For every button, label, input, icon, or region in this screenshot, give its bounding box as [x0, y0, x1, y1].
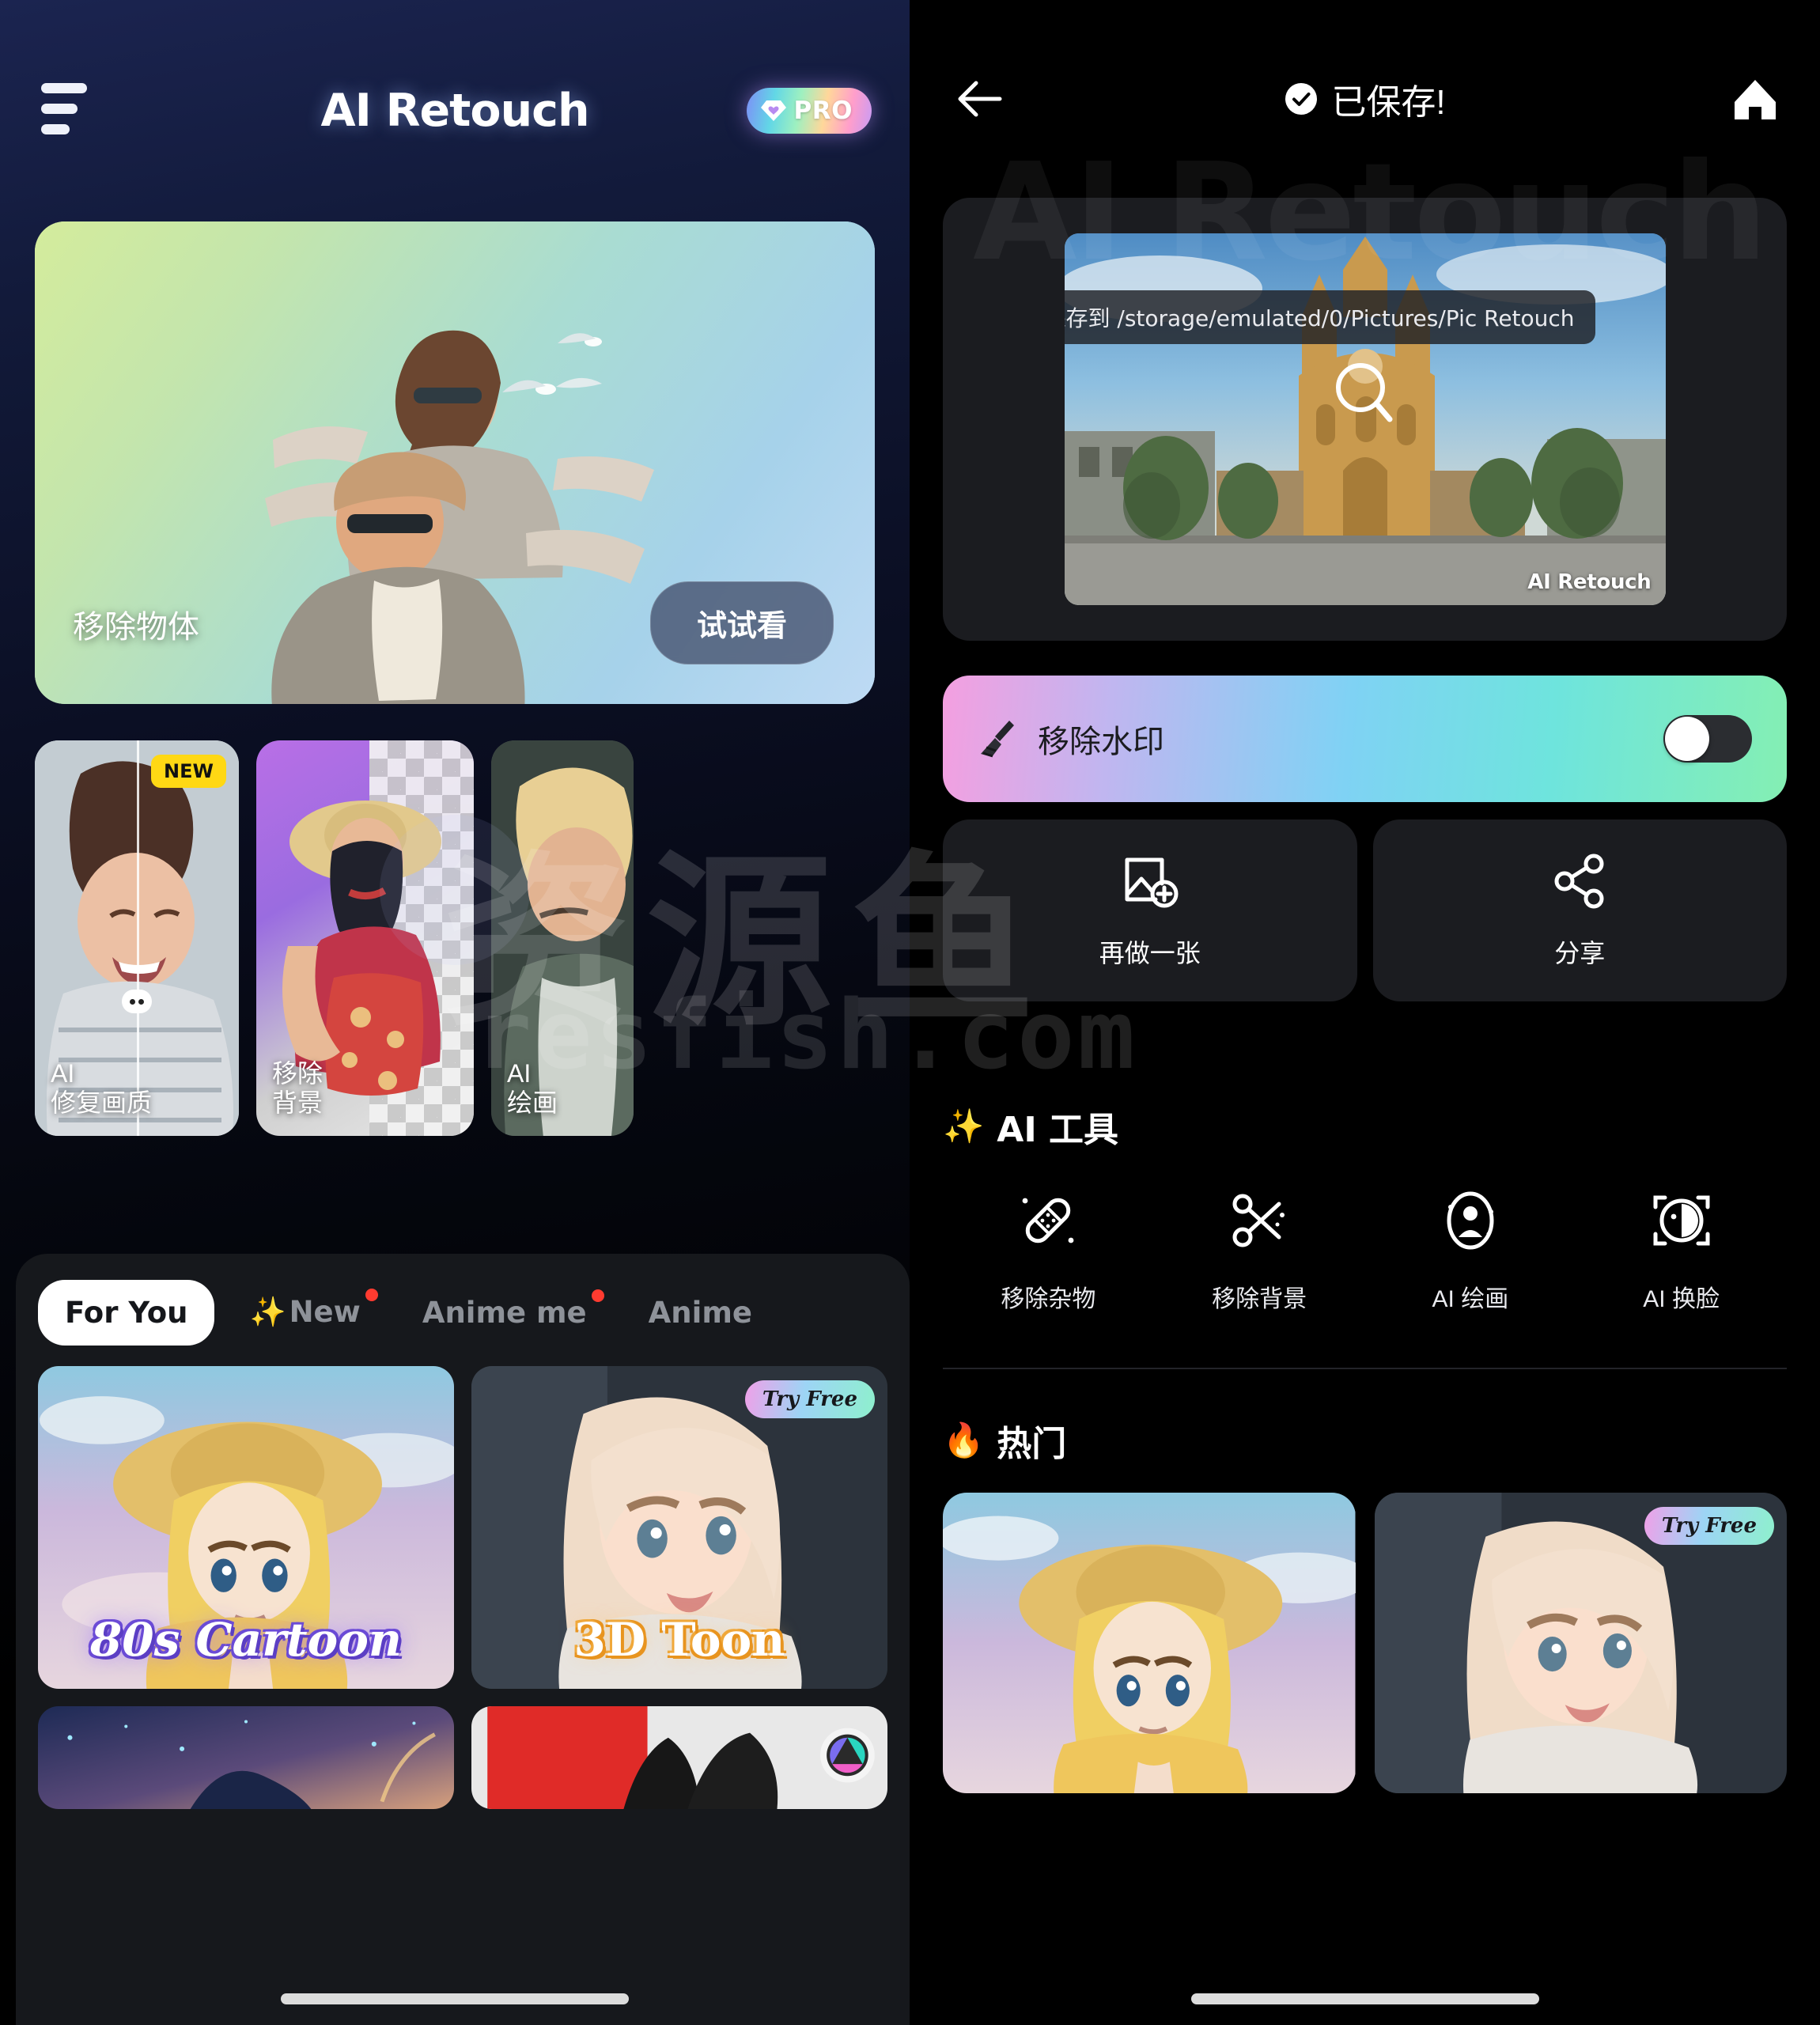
face-scan-icon	[1649, 1188, 1714, 1257]
tool-label: 移除杂物	[1001, 1286, 1096, 1312]
pro-upgrade-button[interactable]: PRO	[746, 88, 872, 134]
share-button[interactable]: 分享	[1372, 819, 1787, 1001]
check-circle-icon	[1284, 81, 1319, 116]
ai-tools-section-header: ✨ AI 工具	[943, 1074, 1787, 1152]
style-title-80s: 80s Cartoon	[89, 1613, 403, 1667]
right-phone-screen: 已保存! 已保存到 /storage/emulated/0/Pictures/P…	[910, 0, 1820, 2025]
sparkle-icon: ✨	[249, 1295, 286, 1329]
try-free-badge[interactable]: Try Free	[744, 1380, 875, 1418]
notification-dot	[365, 1289, 378, 1301]
tool-remove-background[interactable]: 移除背景	[1154, 1188, 1365, 1314]
make-another-label: 再做一张	[1099, 938, 1201, 967]
feature-label-aipaint: AI 绘画	[507, 1059, 558, 1119]
pro-label: PRO	[793, 97, 853, 125]
hero-card-remove-object[interactable]: 移除物体 试试看	[35, 221, 875, 704]
tab-label: Anime me	[422, 1295, 587, 1330]
feature-line2: 背景	[272, 1088, 324, 1118]
image-watermark: AI Retouch	[1527, 570, 1652, 594]
notification-dot	[591, 1289, 604, 1302]
person-sparkle-icon	[1438, 1188, 1503, 1257]
try-free-badge[interactable]: Try Free	[1644, 1507, 1774, 1545]
remove-watermark-toggle[interactable]	[1663, 715, 1752, 763]
left-app-header: AI Retouch PRO	[0, 0, 910, 221]
tool-label: AI 绘画	[1432, 1286, 1509, 1312]
hot-card-grid: Try Free	[943, 1493, 1787, 1793]
category-tab-bar: For You ✨ New Anime me Anime	[16, 1254, 910, 1366]
style-card-80s-cartoon[interactable]: 80s Cartoon	[38, 1366, 454, 1689]
zoom-magnifier-icon[interactable]	[1331, 359, 1399, 427]
add-image-icon	[1121, 852, 1179, 914]
share-label: 分享	[1554, 938, 1606, 967]
tool-label: AI 换脸	[1643, 1286, 1720, 1312]
tab-for-you[interactable]: For You	[38, 1279, 215, 1346]
fire-icon: 🔥	[943, 1421, 985, 1459]
discover-sheet: For You ✨ New Anime me Anime 80s Cartoon…	[16, 1254, 910, 2025]
ai-tools-title: AI 工具	[997, 1110, 1119, 1150]
new-badge: NEW	[151, 755, 226, 788]
feature-label-removebg: 移除 背景	[272, 1059, 323, 1119]
feature-line1: AI	[51, 1058, 75, 1088]
feature-label-enhance: AI 修复画质	[51, 1059, 152, 1119]
remove-watermark-row[interactable]: 移除水印	[943, 676, 1787, 802]
feature-card-remove-bg[interactable]: 移除 背景	[256, 740, 474, 1136]
home-icon[interactable]	[1731, 77, 1779, 121]
feature-card-ai-paint[interactable]: AI 绘画	[491, 740, 634, 1136]
before-after-handle[interactable]	[122, 990, 152, 1013]
style-card-3d-toon[interactable]: Try Free 3D Toon	[471, 1366, 887, 1689]
save-path-label: 已保存到 /storage/emulated/0/Pictures/Pic Re…	[1064, 290, 1595, 344]
hot-card-3d-toon[interactable]: Try Free	[1374, 1493, 1787, 1793]
tab-label: For You	[65, 1295, 188, 1330]
feature-card-row: NEW AI 修复画质 移除 背景 AI 绘画	[35, 740, 910, 1136]
bandage-icon	[1016, 1188, 1080, 1257]
hero-photo-people	[265, 330, 654, 704]
tool-ai-faceswap[interactable]: AI 换脸	[1576, 1188, 1787, 1314]
style-card-grid: 80s Cartoon Try Free 3D Toon	[16, 1366, 910, 1809]
hero-try-button[interactable]: 试试看	[649, 581, 834, 664]
feature-line1: 移除	[272, 1058, 324, 1088]
tab-label: Anime	[648, 1295, 752, 1330]
tab-anime[interactable]: Anime	[622, 1280, 779, 1346]
hot-image-1	[943, 1493, 1356, 1793]
saved-status: 已保存!	[910, 74, 1820, 124]
feature-card-ai-enhance[interactable]: NEW AI 修复画质	[35, 740, 239, 1136]
app-screenshot: AI Retouch PRO 移除物体 试试看 NEW AI 修复画质 移除 背…	[0, 0, 1820, 2025]
broom-icon	[978, 717, 1020, 760]
result-preview-card[interactable]: 已保存到 /storage/emulated/0/Pictures/Pic Re…	[943, 198, 1787, 641]
hot-section-header: 🔥 热门	[943, 1368, 1787, 1466]
saved-label: 已保存!	[1331, 83, 1446, 122]
result-image: 已保存到 /storage/emulated/0/Pictures/Pic Re…	[1064, 233, 1666, 605]
toggle-knob	[1665, 717, 1709, 761]
sparkle-icon: ✨	[943, 1107, 985, 1145]
tab-anime-me[interactable]: Anime me	[395, 1280, 614, 1346]
hero-label: 移除物体	[73, 610, 199, 645]
remove-watermark-label: 移除水印	[1038, 725, 1164, 759]
style-image-partial-1	[38, 1706, 454, 1809]
left-phone-screen: AI Retouch PRO 移除物体 试试看 NEW AI 修复画质 移除 背…	[0, 0, 910, 2025]
feature-line2: 绘画	[507, 1088, 558, 1118]
right-app-header: 已保存!	[910, 0, 1820, 198]
feature-line2: 修复画质	[51, 1088, 153, 1118]
diamond-heart-icon	[760, 99, 787, 123]
share-icon	[1550, 852, 1609, 914]
tab-label: New	[289, 1295, 361, 1329]
style-image-partial-2	[471, 1706, 887, 1809]
ai-tools-row: 移除杂物 移除背景 AI 绘画 AI 换脸	[943, 1188, 1787, 1314]
back-arrow-icon[interactable]	[955, 78, 1005, 119]
feature-line1: AI	[507, 1058, 532, 1088]
make-another-button[interactable]: 再做一张	[943, 819, 1357, 1001]
scissors-icon	[1227, 1188, 1292, 1257]
action-button-row: 再做一张 分享	[943, 819, 1787, 1001]
tool-label: 移除背景	[1212, 1286, 1307, 1312]
tab-new[interactable]: ✨ New	[222, 1279, 387, 1346]
style-title-3dtoon: 3D Toon	[573, 1613, 785, 1667]
hot-title: 热门	[997, 1424, 1067, 1464]
tool-remove-objects[interactable]: 移除杂物	[943, 1188, 1154, 1314]
style-card-partial-right[interactable]	[471, 1706, 887, 1809]
home-indicator-left	[281, 1993, 629, 2004]
hot-card-80s-cartoon[interactable]	[943, 1493, 1356, 1793]
tool-ai-paint[interactable]: AI 绘画	[1365, 1188, 1576, 1314]
home-indicator-right	[1190, 1993, 1539, 2004]
style-card-partial-left[interactable]	[38, 1706, 454, 1809]
hamburger-menu-icon[interactable]	[41, 82, 87, 134]
